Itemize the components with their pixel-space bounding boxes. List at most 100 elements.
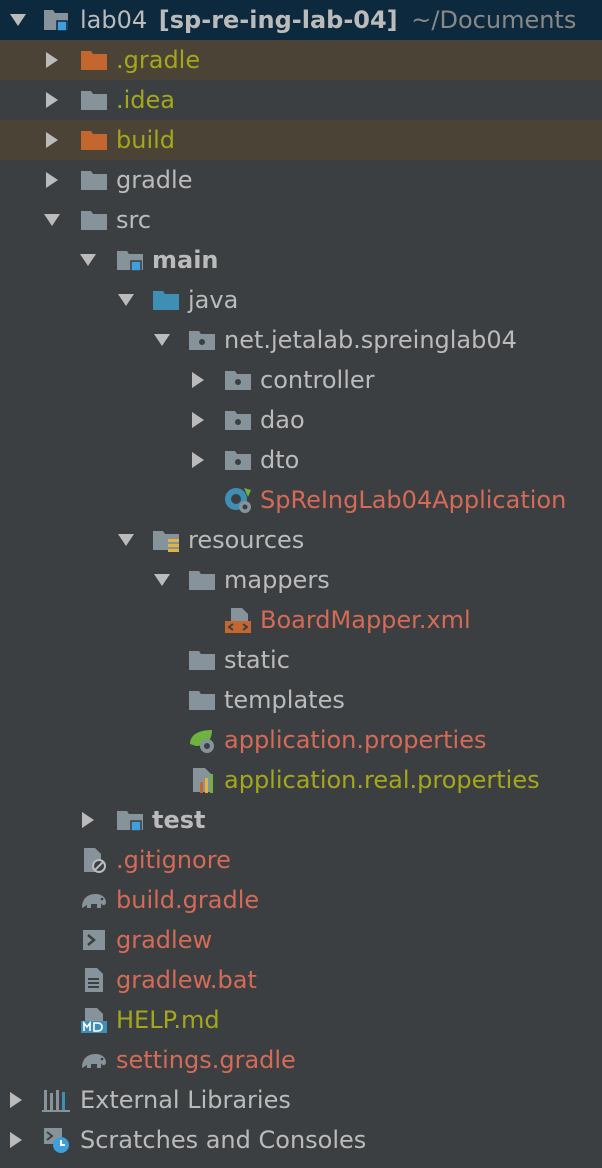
chevron-right-icon[interactable]	[186, 400, 210, 440]
spring-properties-icon	[188, 726, 216, 754]
tree-item-label: templates	[224, 686, 345, 714]
text-file-icon	[80, 966, 108, 994]
tree-row-idea[interactable]: .idea	[0, 80, 602, 120]
tree-item-label: static	[224, 646, 290, 674]
tree-item-label: BoardMapper.xml	[260, 606, 471, 634]
tree-row-scratches[interactable]: Scratches and Consoles	[0, 1120, 602, 1160]
tree-item-label: .idea	[116, 86, 176, 114]
shell-script-icon	[80, 926, 108, 954]
tree-item-label: application.properties	[224, 726, 487, 754]
root-name: lab04	[80, 6, 148, 34]
tree-row-help-md[interactable]: HELP.md	[0, 1000, 602, 1040]
folder-icon	[188, 686, 216, 714]
tree-row-external-libraries[interactable]: External Libraries	[0, 1080, 602, 1120]
chevron-down-icon[interactable]	[114, 520, 138, 560]
tree-item-label: gradlew	[116, 926, 213, 954]
root-path: ~/Documents	[411, 6, 577, 34]
tree-row-java[interactable]: java	[0, 280, 602, 320]
tree-item-label: SpReIngLab04Application	[260, 486, 567, 514]
spring-boot-class-icon	[224, 486, 252, 514]
tree-row-main[interactable]: main	[0, 240, 602, 280]
chevron-right-icon[interactable]	[40, 80, 64, 120]
package-icon	[224, 446, 252, 474]
tree-row-gitignore[interactable]: .gitignore	[0, 840, 602, 880]
chevron-right-icon[interactable]	[76, 800, 100, 840]
properties-file-icon	[188, 766, 216, 794]
tree-row-build-gradle[interactable]: build.gradle	[0, 880, 602, 920]
tree-row-application-real-properties[interactable]: application.real.properties	[0, 760, 602, 800]
module-folder-icon	[116, 806, 144, 834]
tree-item-label: .gitignore	[116, 846, 231, 874]
chevron-right-icon[interactable]	[186, 360, 210, 400]
tree-row-controller[interactable]: controller	[0, 360, 602, 400]
tree-item-label: Scratches and Consoles	[80, 1126, 367, 1154]
tree-item-label: build.gradle	[116, 886, 260, 914]
chevron-right-icon[interactable]	[40, 40, 64, 80]
tree-row-root[interactable]: lab04 [sp-re-ing-lab-04] ~/Documents	[0, 0, 602, 40]
tree-row-test[interactable]: test	[0, 800, 602, 840]
tree-item-label: net.jetalab.spreinglab04	[224, 326, 517, 354]
excluded-folder-icon	[80, 126, 108, 154]
tree-row-gradlew-bat[interactable]: gradlew.bat	[0, 960, 602, 1000]
module-folder-icon	[116, 246, 144, 274]
gradle-icon	[80, 1046, 108, 1074]
tree-row-boardmapper[interactable]: BoardMapper.xml	[0, 600, 602, 640]
tree-item-label: External Libraries	[80, 1086, 291, 1114]
tree-item-label: build	[116, 126, 176, 154]
chevron-down-icon[interactable]	[76, 240, 100, 280]
chevron-down-icon[interactable]	[114, 280, 138, 320]
tree-item-label: dto	[260, 446, 300, 474]
chevron-down-icon[interactable]	[6, 0, 30, 40]
tree-item-label: application.real.properties	[224, 766, 540, 794]
tree-row-resources[interactable]: resources	[0, 520, 602, 560]
package-icon	[188, 326, 216, 354]
chevron-right-icon[interactable]	[40, 120, 64, 160]
chevron-down-icon[interactable]	[150, 560, 174, 600]
folder-icon	[188, 566, 216, 594]
folder-icon	[188, 646, 216, 674]
tree-row-gradlew[interactable]: gradlew	[0, 920, 602, 960]
markdown-icon	[80, 1006, 108, 1034]
tree-row-dto[interactable]: dto	[0, 440, 602, 480]
external-libraries-icon	[42, 1086, 70, 1114]
tree-item-label: resources	[188, 526, 305, 554]
chevron-down-icon[interactable]	[40, 200, 64, 240]
tree-item-label: mappers	[224, 566, 330, 594]
tree-row-build[interactable]: build	[0, 120, 602, 160]
tree-row-mappers[interactable]: mappers	[0, 560, 602, 600]
tree-row-application-class[interactable]: SpReIngLab04Application	[0, 480, 602, 520]
scratches-icon	[42, 1126, 70, 1154]
tree-item-label: dao	[260, 406, 305, 434]
resources-root-icon	[152, 526, 180, 554]
excluded-folder-icon	[80, 46, 108, 74]
gradle-icon	[80, 886, 108, 914]
tree-row-templates[interactable]: templates	[0, 680, 602, 720]
chevron-right-icon[interactable]	[4, 1120, 28, 1160]
tree-row-application-properties[interactable]: application.properties	[0, 720, 602, 760]
tree-row-gradle[interactable]: gradle	[0, 160, 602, 200]
chevron-right-icon[interactable]	[4, 1080, 28, 1120]
chevron-right-icon[interactable]	[40, 160, 64, 200]
tree-item-label: settings.gradle	[116, 1046, 296, 1074]
tree-item-label: main	[152, 246, 219, 274]
tree-row-package-root[interactable]: net.jetalab.spreinglab04	[0, 320, 602, 360]
tree-item-label: java	[188, 286, 239, 314]
tree-item-label: test	[152, 806, 206, 834]
tree-row-src[interactable]: src	[0, 200, 602, 240]
ignore-file-icon	[80, 846, 108, 874]
tree-row-static[interactable]: static	[0, 640, 602, 680]
project-tree: lab04 [sp-re-ing-lab-04] ~/Documents .gr…	[0, 0, 602, 1168]
chevron-right-icon[interactable]	[186, 440, 210, 480]
package-icon	[224, 406, 252, 434]
tree-row-dao[interactable]: dao	[0, 400, 602, 440]
tree-item-label: gradlew.bat	[116, 966, 257, 994]
package-icon	[224, 366, 252, 394]
folder-icon	[80, 166, 108, 194]
module-folder-icon	[42, 6, 70, 34]
tree-row-gradle-cache[interactable]: .gradle	[0, 40, 602, 80]
tree-row-settings-gradle[interactable]: settings.gradle	[0, 1040, 602, 1080]
tree-item-label: controller	[260, 366, 375, 394]
xml-file-icon	[224, 606, 252, 634]
chevron-down-icon[interactable]	[150, 320, 174, 360]
tree-item-label: .gradle	[116, 46, 201, 74]
